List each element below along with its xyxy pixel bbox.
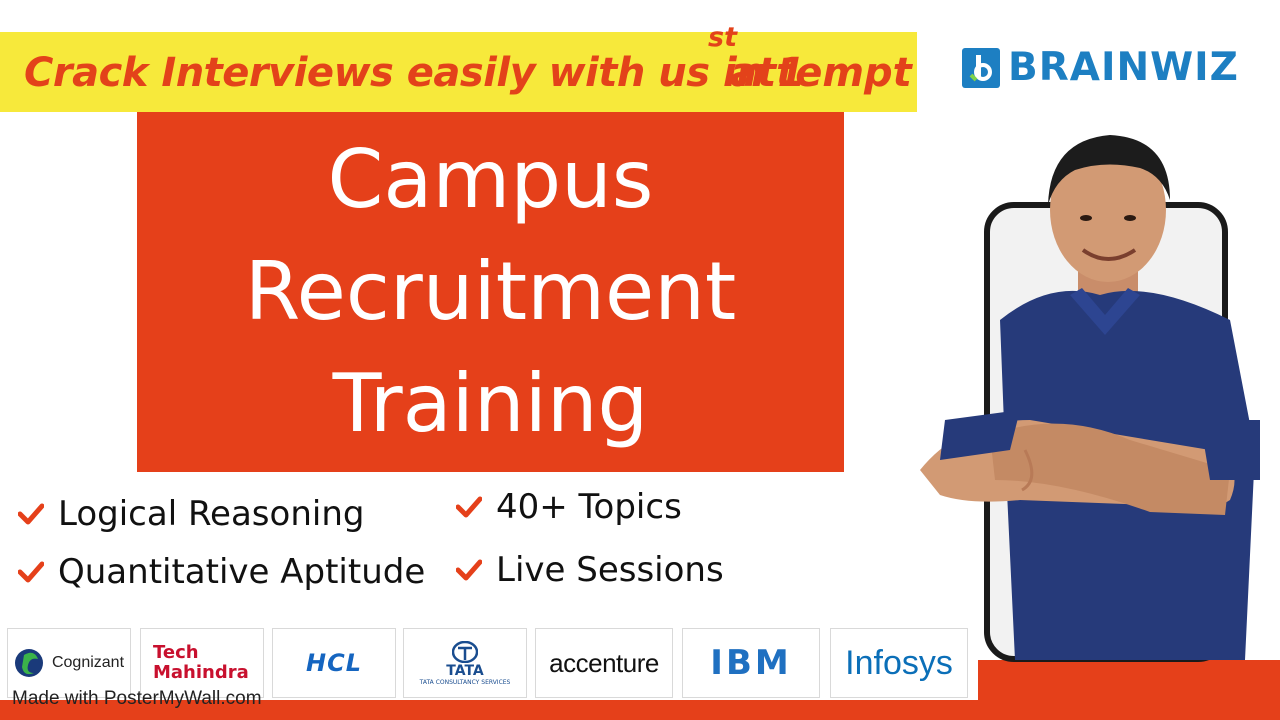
company-name: IBM [710, 643, 792, 683]
company-logo-ibm: IBM [682, 628, 820, 698]
feature-live-sessions: Live Sessions [456, 550, 724, 590]
company-name: accenture [549, 647, 659, 678]
company-logo-accenture: accenture [535, 628, 673, 698]
title-block: Campus Recruitment Training [137, 112, 844, 472]
feature-label: 40+ Topics [496, 487, 682, 527]
title-line-3: Training [332, 357, 649, 450]
brand-name: BRAINWIZ [1008, 45, 1239, 90]
brainwiz-logo-icon [962, 47, 1000, 88]
tata-icon [452, 640, 478, 663]
check-icon [456, 559, 482, 581]
company-logo-infosys: Infosys [830, 628, 968, 698]
feature-topics: 40+ Topics [456, 487, 682, 527]
company-name: HCL [306, 649, 362, 677]
watermark[interactable]: Made with PosterMyWall.com [12, 688, 262, 710]
feature-label: Live Sessions [496, 550, 724, 590]
title-line-2: Recruitment [244, 245, 737, 338]
company-logo-hcl: HCL [272, 628, 396, 698]
tagline-end: attempt [730, 50, 912, 96]
presenter-image [920, 135, 1260, 660]
feature-logical-reasoning: Logical Reasoning [18, 494, 364, 534]
company-name: Infosys [845, 643, 953, 682]
company-subtitle: TATA CONSULTANCY SERVICES [419, 678, 511, 686]
tagline-text: Crack Interviews easily with us in 1 [24, 50, 805, 96]
title-line-1: Campus [327, 133, 654, 226]
check-icon [18, 503, 44, 525]
company-name: Cognizant [51, 654, 125, 671]
tagline-superscript: st [708, 22, 737, 53]
brand-logo[interactable]: BRAINWIZ [962, 45, 1239, 90]
check-icon [456, 496, 482, 518]
feature-label: Quantitative Aptitude [58, 552, 426, 592]
company-name: TATA [446, 662, 484, 679]
cognizant-icon [14, 649, 43, 677]
feature-quantitative-aptitude: Quantitative Aptitude [18, 552, 425, 592]
check-icon [18, 561, 44, 583]
feature-label: Logical Reasoning [58, 494, 365, 534]
company-name: Tech Mahindra [153, 642, 249, 683]
company-logo-tata: TATA TATA CONSULTANCY SERVICES [403, 628, 527, 698]
